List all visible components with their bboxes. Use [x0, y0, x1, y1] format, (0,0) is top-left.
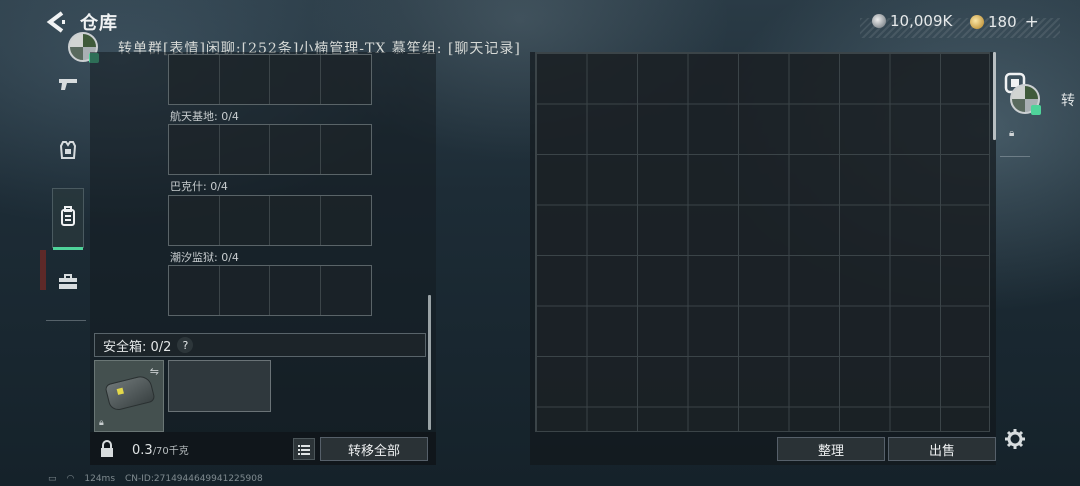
- container-grid-top[interactable]: [168, 54, 372, 105]
- ping-text: 124ms: [84, 474, 116, 484]
- nav-weapons[interactable]: [52, 70, 84, 102]
- sell-button[interactable]: 出售: [888, 437, 996, 461]
- weight-current: 0.3: [132, 443, 153, 458]
- container-grid-aerospace[interactable]: [168, 124, 372, 175]
- nav-equipment[interactable]: [52, 136, 84, 168]
- side-divider: [1000, 156, 1030, 157]
- friend-avatar[interactable]: [1010, 84, 1041, 115]
- player-id-text: CN-ID:2714944649941225908: [125, 474, 263, 484]
- safe-box-case-icon: [104, 373, 156, 413]
- page-title: 仓库: [80, 13, 118, 34]
- transfer-all-button[interactable]: 转移全部: [320, 437, 428, 461]
- battery-icon: ▭: [48, 474, 57, 484]
- add-currency-button[interactable]: +: [1025, 12, 1039, 32]
- status-bar: ▭ ◠ 124ms CN-ID:2714944649941225908: [48, 474, 263, 484]
- wifi-icon: ◠: [66, 474, 75, 484]
- gold-amount: 180: [988, 13, 1017, 31]
- list-icon: [298, 440, 310, 459]
- pistol-icon: [57, 76, 79, 96]
- warehouse-scrollbar[interactable]: [993, 52, 996, 140]
- weight-max: /70千克: [152, 446, 189, 457]
- backpack-scrollbar[interactable]: [428, 295, 431, 430]
- gold-currency: 180 +: [970, 12, 1039, 32]
- toolbox-icon: [58, 274, 78, 294]
- silver-currency: 10,009K: [872, 12, 952, 30]
- list-view-button[interactable]: [293, 438, 315, 460]
- safe-box-item-slot[interactable]: ⇋ 🔒︎: [94, 360, 164, 432]
- safe-box-storage-slot[interactable]: [168, 360, 271, 412]
- container-grid-tidal-prison[interactable]: [168, 265, 372, 316]
- weight-indicator: 0.3/70千克: [132, 442, 189, 458]
- container-grid-bakhsh[interactable]: [168, 195, 372, 246]
- warehouse-grid[interactable]: [535, 52, 990, 432]
- settings-gear-icon[interactable]: [1004, 428, 1026, 450]
- locked-tab-icon[interactable]: 🔒︎: [1009, 128, 1014, 139]
- silver-coin-icon: [872, 14, 886, 28]
- nav-backpack[interactable]: [52, 188, 84, 250]
- gold-coin-icon: [970, 15, 984, 29]
- safe-box-header: 安全箱: 0/2 ?: [94, 333, 426, 357]
- backpack-icon: [60, 206, 76, 230]
- help-icon[interactable]: ?: [177, 337, 194, 353]
- container-label-bakhsh: 巴克什: 0/4: [170, 180, 228, 193]
- container-label-aerospace: 航天基地: 0/4: [170, 110, 239, 123]
- container-label-tidal-prison: 潮汐监狱: 0/4: [170, 251, 239, 264]
- nav-toolbox[interactable]: [52, 268, 84, 300]
- vest-icon: [59, 140, 77, 164]
- back-arrow-icon[interactable]: [46, 11, 70, 33]
- online-indicator: [1031, 105, 1041, 115]
- silver-amount: 10,009K: [890, 12, 953, 30]
- safe-box-label: 安全箱: 0/2: [103, 339, 172, 355]
- nav-divider: [46, 320, 86, 321]
- background-warning-post: [40, 250, 46, 290]
- sort-button[interactable]: 整理: [777, 437, 885, 461]
- weight-lock-icon: [98, 440, 116, 458]
- swap-icon[interactable]: ⇋: [150, 365, 159, 378]
- side-chat-text: 转: [1061, 93, 1075, 109]
- lock-icon: 🔒︎: [99, 418, 104, 428]
